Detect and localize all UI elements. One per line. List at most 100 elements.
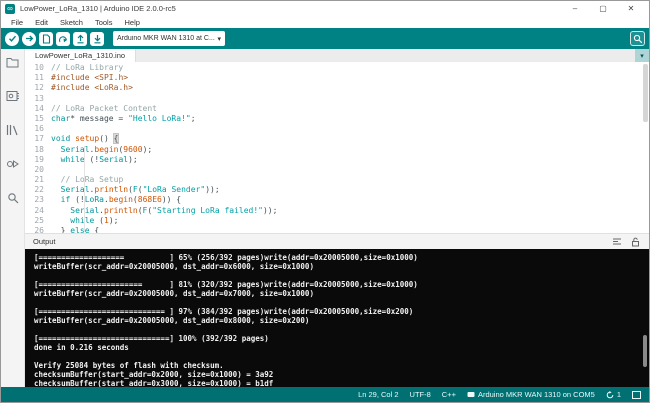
magnifier-icon — [633, 34, 643, 44]
console-line: checksumBuffer(start_addr=0x3000, size=0… — [34, 379, 649, 387]
circuit-board-icon — [6, 90, 20, 102]
console-line: [=================== ] 65% (256/392 page… — [34, 253, 649, 262]
sync-indicator[interactable]: 1 — [606, 390, 621, 399]
upload-button[interactable] — [22, 32, 36, 46]
debug-play-icon — [6, 158, 19, 170]
tab-label: LowPower_LoRa_1310.ino — [35, 51, 125, 60]
verify-button[interactable] — [5, 32, 19, 46]
code-line: 26 } else { — [25, 226, 649, 233]
board-selector-label: Arduino MKR WAN 1310 at C... — [117, 35, 217, 42]
code-line: 22 Serial.println(F("LoRa Sender")); — [25, 185, 649, 195]
board-status[interactable]: Arduino MKR WAN 1310 on COM5 — [467, 390, 595, 399]
folder-icon — [6, 56, 19, 68]
console-line: checksumBuffer(start_addr=0x2000, size=0… — [34, 370, 649, 379]
encoding-indicator[interactable]: UTF-8 — [410, 390, 431, 399]
editor-scrollbar[interactable] — [643, 64, 648, 122]
console-line: writeBuffer(scr_addr=0x20005000, dst_add… — [34, 316, 649, 325]
console-line: [======================= ] 81% (320/392 … — [34, 280, 649, 289]
line-number: 21 — [25, 175, 51, 185]
sidebar-item-debug[interactable] — [5, 156, 20, 171]
output-panel-title: Output — [33, 237, 605, 246]
menu-item-file[interactable]: File — [5, 18, 29, 27]
code-line: 19 while (!Serial); — [25, 155, 649, 165]
code-line: 12#include <LoRa.h> — [25, 83, 649, 93]
chevron-down-icon: ▾ — [640, 52, 644, 60]
arrow-up-icon — [76, 34, 85, 44]
code-line: 20 — [25, 165, 649, 175]
sync-count: 1 — [617, 390, 621, 399]
open-button[interactable] — [73, 32, 87, 46]
code-line: 11#include <SPI.h> — [25, 73, 649, 83]
maximize-button[interactable]: ▢ — [589, 2, 617, 16]
console-line: writeBuffer(scr_addr=0x20005000, dst_add… — [34, 289, 649, 298]
console-line: [=============================] 100% (39… — [34, 334, 649, 343]
indent-guide — [84, 146, 85, 232]
tab-lowpower-lora-1310[interactable]: LowPower_LoRa_1310.ino — [25, 49, 136, 62]
sidebar-item-library-manager[interactable] — [5, 122, 20, 137]
language-mode[interactable]: C++ — [442, 390, 456, 399]
debug-button[interactable] — [56, 32, 70, 46]
line-number: 19 — [25, 155, 51, 165]
close-button[interactable]: ✕ — [617, 2, 645, 16]
panel-icon — [632, 391, 641, 399]
code-editor[interactable]: 10// LoRa Library11#include <SPI.h>12#in… — [25, 62, 649, 233]
console-line — [34, 325, 649, 334]
line-number: 15 — [25, 114, 51, 124]
check-icon — [8, 34, 17, 43]
sync-icon — [606, 391, 614, 399]
arrow-right-icon — [25, 34, 34, 43]
books-icon — [6, 124, 19, 136]
line-number: 13 — [25, 94, 51, 104]
arduino-logo-icon: ∞ — [5, 4, 15, 14]
code-line: 25 while (1); — [25, 216, 649, 226]
code-line: 21 // LoRa Setup — [25, 175, 649, 185]
line-number: 12 — [25, 83, 51, 93]
code-line: 14// LoRa Packet Content — [25, 104, 649, 114]
line-number: 17 — [25, 134, 51, 144]
editor-tab-bar: LowPower_LoRa_1310.ino ▾ — [25, 49, 649, 62]
menu-item-tools[interactable]: Tools — [89, 18, 119, 27]
menu-item-edit[interactable]: Edit — [29, 18, 54, 27]
new-sketch-button[interactable] — [39, 32, 53, 46]
board-selector-dropdown[interactable]: Arduino MKR WAN 1310 at C... ▾ — [113, 31, 225, 46]
line-number: 23 — [25, 195, 51, 205]
menu-bar: FileEditSketchToolsHelp — [1, 16, 649, 28]
line-number: 11 — [25, 73, 51, 83]
console-line — [34, 352, 649, 361]
scroll-lock-icon[interactable] — [629, 236, 641, 248]
menu-item-help[interactable]: Help — [118, 18, 145, 27]
line-number: 25 — [25, 216, 51, 226]
line-number: 10 — [25, 63, 51, 73]
notifications-toggle[interactable] — [632, 391, 641, 399]
console-line: Verify 25084 bytes of flash with checksu… — [34, 361, 649, 370]
sidebar-item-search[interactable] — [5, 190, 20, 205]
code-line: 18 Serial.begin(9600); — [25, 145, 649, 155]
document-icon — [42, 34, 51, 44]
activity-bar — [1, 49, 25, 387]
minimize-button[interactable]: – — [561, 2, 589, 16]
clear-output-icon[interactable] — [611, 236, 623, 248]
code-line: 10// LoRa Library — [25, 63, 649, 73]
arrow-down-icon — [93, 34, 102, 44]
code-line: 13 — [25, 94, 649, 104]
chevron-down-icon: ▾ — [217, 35, 221, 43]
console-scrollbar[interactable] — [643, 335, 647, 367]
board-icon — [467, 391, 475, 398]
search-icon — [7, 192, 19, 204]
console-line: writeBuffer(scr_addr=0x20005000, dst_add… — [34, 262, 649, 271]
code-line: 23 if (!LoRa.begin(868E6)) { — [25, 195, 649, 205]
console-line — [34, 271, 649, 280]
sidebar-item-boards-manager[interactable] — [5, 88, 20, 103]
line-number: 22 — [25, 185, 51, 195]
sidebar-item-sketchbook[interactable] — [5, 54, 20, 69]
save-button[interactable] — [90, 32, 104, 46]
code-line: 15char* message = "Hello LoRa!"; — [25, 114, 649, 124]
line-number: 18 — [25, 145, 51, 155]
toolbar: Arduino MKR WAN 1310 at C... ▾ — [1, 28, 649, 49]
cursor-position[interactable]: Ln 29, Col 2 — [358, 390, 398, 399]
output-console[interactable]: [=================== ] 65% (256/392 page… — [25, 249, 649, 387]
tab-list-dropdown[interactable]: ▾ — [635, 49, 649, 62]
menu-item-sketch[interactable]: Sketch — [54, 18, 89, 27]
code-line: 16 — [25, 124, 649, 134]
serial-monitor-button[interactable] — [630, 31, 645, 46]
